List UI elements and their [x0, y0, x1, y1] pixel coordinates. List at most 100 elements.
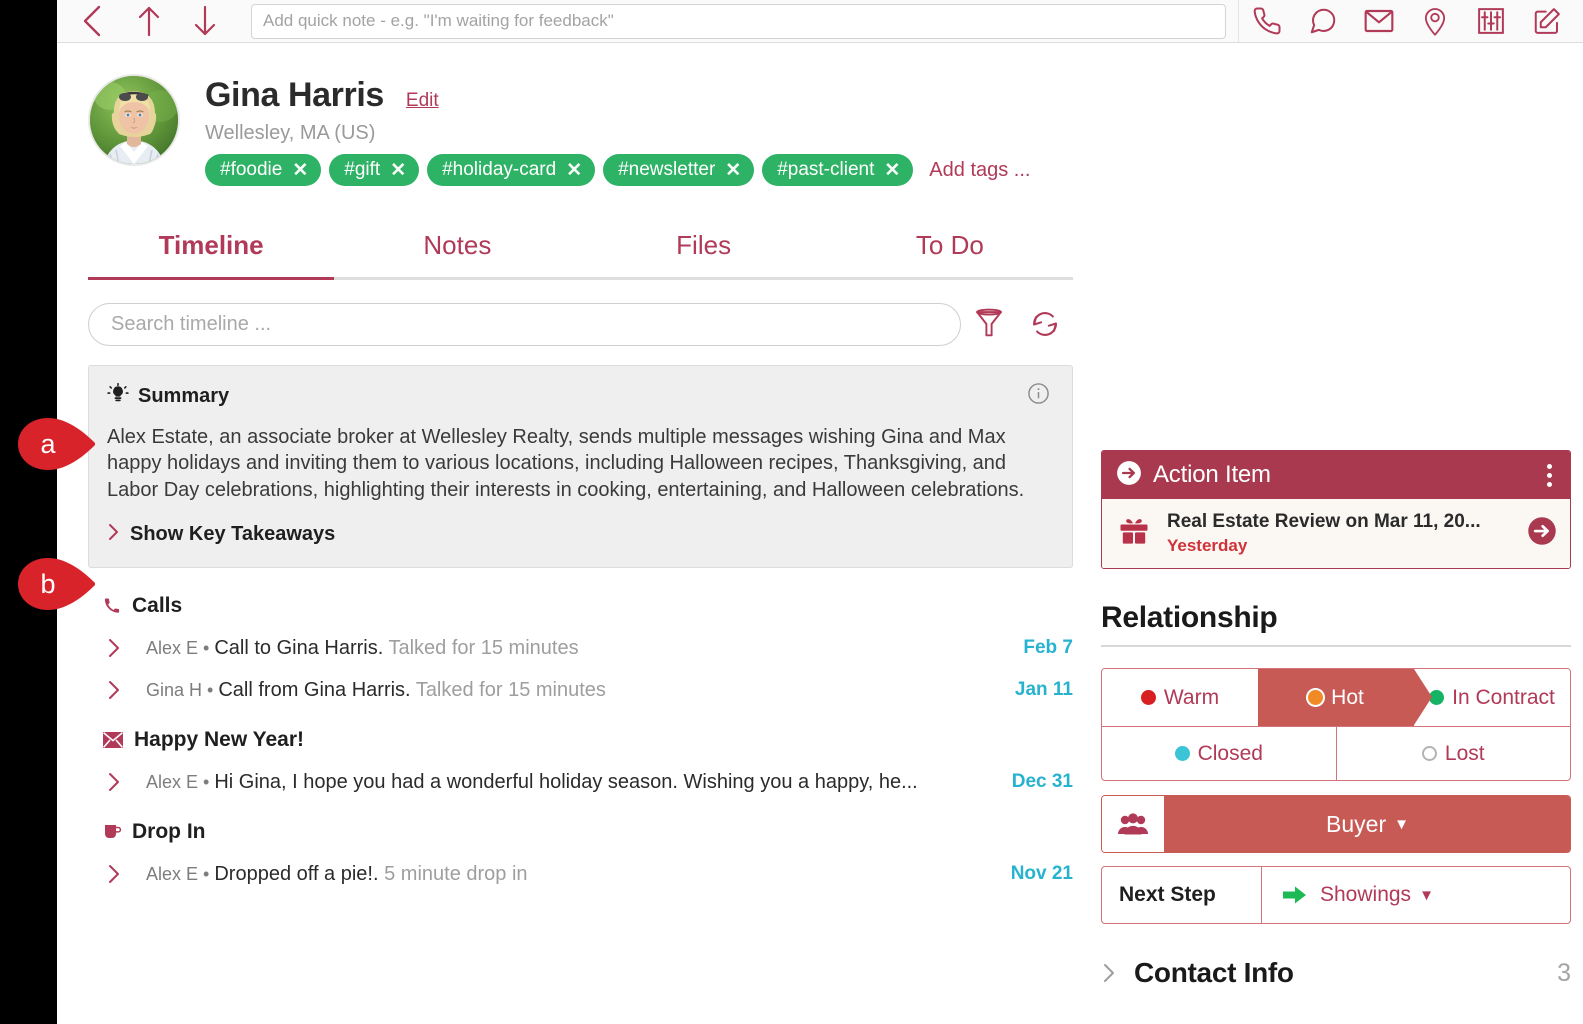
- tag-chip[interactable]: #gift ✕: [329, 154, 420, 186]
- arrow-up-icon[interactable]: [121, 0, 177, 42]
- contact-meta: Gina Harris Edit Wellesley, MA (US) #foo…: [205, 74, 1030, 186]
- relationship-stage-closed[interactable]: Closed: [1102, 727, 1336, 780]
- arrow-down-icon[interactable]: [177, 0, 233, 42]
- tag-remove-icon[interactable]: ✕: [292, 161, 308, 180]
- show-key-takeaways-toggle[interactable]: Show Key Takeaways: [107, 522, 1050, 547]
- toolbar-action-icons: [1238, 0, 1575, 42]
- kebab-menu-icon[interactable]: [1541, 458, 1558, 493]
- add-tags-link[interactable]: Add tags ...: [929, 159, 1030, 182]
- timeline-item[interactable]: Alex E • Hi Gina, I hope you had a wonde…: [88, 770, 1073, 794]
- quick-note-input[interactable]: [251, 3, 1226, 39]
- timeline-search-row: [88, 302, 1073, 346]
- tab-bar: Timeline Notes Files To Do: [88, 230, 1073, 280]
- relationship-stage-lost[interactable]: Lost: [1335, 727, 1571, 780]
- timeline-group-title: Calls: [132, 594, 183, 618]
- envelope-icon[interactable]: [1351, 0, 1407, 42]
- relationship-stage-label: Lost: [1444, 741, 1485, 765]
- refresh-icon[interactable]: [1017, 302, 1073, 346]
- relationship-stage-label: Closed: [1197, 741, 1263, 765]
- accordion-contact-info[interactable]: Contact Info 3: [1101, 957, 1571, 989]
- contact-type-label: Buyer: [1326, 810, 1387, 837]
- edit-contact-link[interactable]: Edit: [406, 90, 439, 112]
- relationship-stage-row-1: Warm Hot In Contract: [1102, 669, 1570, 726]
- show-key-takeaways-label: Show Key Takeaways: [130, 523, 336, 546]
- action-item-row[interactable]: Real Estate Review on Mar 11, 20... Yest…: [1102, 499, 1570, 568]
- action-item-title: Action Item: [1153, 461, 1271, 488]
- timeline-item-detail: Talked for 15 minutes: [415, 678, 606, 701]
- contact-header: Gina Harris Edit Wellesley, MA (US) #foo…: [57, 43, 1583, 186]
- status-dot: [1308, 690, 1324, 705]
- funnel-icon[interactable]: [961, 302, 1017, 346]
- people-icon: [1102, 796, 1165, 852]
- timeline-group-header: Drop In: [102, 820, 1073, 844]
- status-dot: [1140, 690, 1156, 705]
- timeline-item-bullet: •: [198, 863, 215, 884]
- annotation-callout-b: b: [18, 558, 96, 610]
- back-chevron-icon[interactable]: [65, 0, 121, 42]
- contact-type-value[interactable]: Buyer ▼: [1165, 796, 1570, 852]
- action-item-subject: Real Estate Review on Mar 11, 20...: [1167, 511, 1481, 532]
- lightbulb-icon: [107, 382, 129, 410]
- timeline-item-date: Jan 11: [1014, 679, 1073, 701]
- action-item-texts: Real Estate Review on Mar 11, 20... Yest…: [1167, 511, 1519, 556]
- next-step-label: Next Step: [1102, 867, 1262, 923]
- accordion-count: 3: [1557, 958, 1571, 987]
- timeline-item[interactable]: Alex E • Dropped off a pie!. 5 minute dr…: [88, 862, 1073, 886]
- status-dot-hollow: [1421, 746, 1437, 761]
- tag-remove-icon[interactable]: ✕: [884, 161, 900, 180]
- timeline-item[interactable]: Alex E • Call to Gina Harris. Talked for…: [88, 636, 1073, 660]
- next-step-text: Showings: [1320, 883, 1412, 906]
- relationship-stage-warm[interactable]: Warm: [1102, 669, 1258, 726]
- tag-label: #newsletter: [618, 159, 716, 180]
- timeline-item-main: Hi Gina, I hope you had a wonderful holi…: [214, 770, 918, 793]
- contact-name-row: Gina Harris Edit: [205, 76, 1030, 115]
- tab-todo[interactable]: To Do: [827, 230, 1073, 277]
- action-item-due: Yesterday: [1167, 536, 1248, 555]
- timeline-item-date: Nov 21: [1010, 863, 1073, 885]
- arrow-circle-right-icon: [1116, 460, 1142, 491]
- status-dot: [1174, 746, 1190, 761]
- contact-type-selector[interactable]: Buyer ▼: [1101, 795, 1571, 853]
- chevron-down-icon: ▼: [1419, 886, 1434, 904]
- chat-bubble-icon[interactable]: [1295, 0, 1351, 42]
- avatar[interactable]: [88, 74, 180, 166]
- chevron-right-icon: [106, 862, 122, 886]
- timeline-item-author: Alex E: [146, 771, 199, 792]
- tag-remove-icon[interactable]: ✕: [725, 161, 741, 180]
- arrow-circle-right-icon[interactable]: [1527, 516, 1557, 551]
- timeline-item-author: Alex E: [146, 863, 199, 884]
- chevron-right-icon: [1101, 960, 1117, 986]
- tag-label: #gift: [344, 159, 381, 180]
- tag-chip[interactable]: #holiday-card ✕: [427, 154, 596, 186]
- tag-remove-icon[interactable]: ✕: [566, 161, 582, 180]
- phone-icon: [102, 596, 122, 616]
- tab-files[interactable]: Files: [581, 230, 827, 277]
- tab-timeline[interactable]: Timeline: [88, 230, 334, 277]
- compose-icon[interactable]: [1519, 0, 1575, 42]
- timeline-item-text: Gina H • Call from Gina Harris. Talked f…: [146, 679, 1001, 702]
- sliders-icon[interactable]: [1463, 0, 1519, 42]
- tag-chip[interactable]: #foodie ✕: [205, 154, 322, 186]
- relationship-stage-in-contract[interactable]: In Contract: [1414, 669, 1570, 726]
- phone-icon[interactable]: [1239, 0, 1295, 42]
- tab-notes[interactable]: Notes: [334, 230, 580, 277]
- timeline-item-detail: 5 minute drop in: [384, 862, 528, 885]
- tag-chip[interactable]: #newsletter ✕: [603, 154, 755, 186]
- relationship-stage-selector: Warm Hot In Contract Closed Lost: [1101, 668, 1571, 781]
- tag-chip[interactable]: #past-client ✕: [762, 154, 914, 186]
- tag-remove-icon[interactable]: ✕: [390, 161, 406, 180]
- timeline-item-text: Alex E • Call to Gina Harris. Talked for…: [146, 637, 1009, 660]
- tag-label: #holiday-card: [442, 159, 557, 180]
- summary-title: Summary: [138, 384, 230, 407]
- search-timeline-input[interactable]: [88, 302, 961, 346]
- info-icon[interactable]: [1027, 382, 1050, 410]
- next-step-row: Next Step Showings ▼: [1101, 866, 1571, 924]
- map-pin-icon[interactable]: [1407, 0, 1463, 42]
- mug-icon: [102, 822, 122, 842]
- gift-icon: [1118, 516, 1150, 551]
- relationship-stage-hot[interactable]: Hot: [1240, 669, 1432, 726]
- relationship-heading: Relationship: [1101, 601, 1278, 634]
- timeline-item[interactable]: Gina H • Call from Gina Harris. Talked f…: [88, 678, 1073, 702]
- contact-location: Wellesley, MA (US): [205, 122, 376, 144]
- next-step-value[interactable]: Showings ▼: [1262, 867, 1570, 923]
